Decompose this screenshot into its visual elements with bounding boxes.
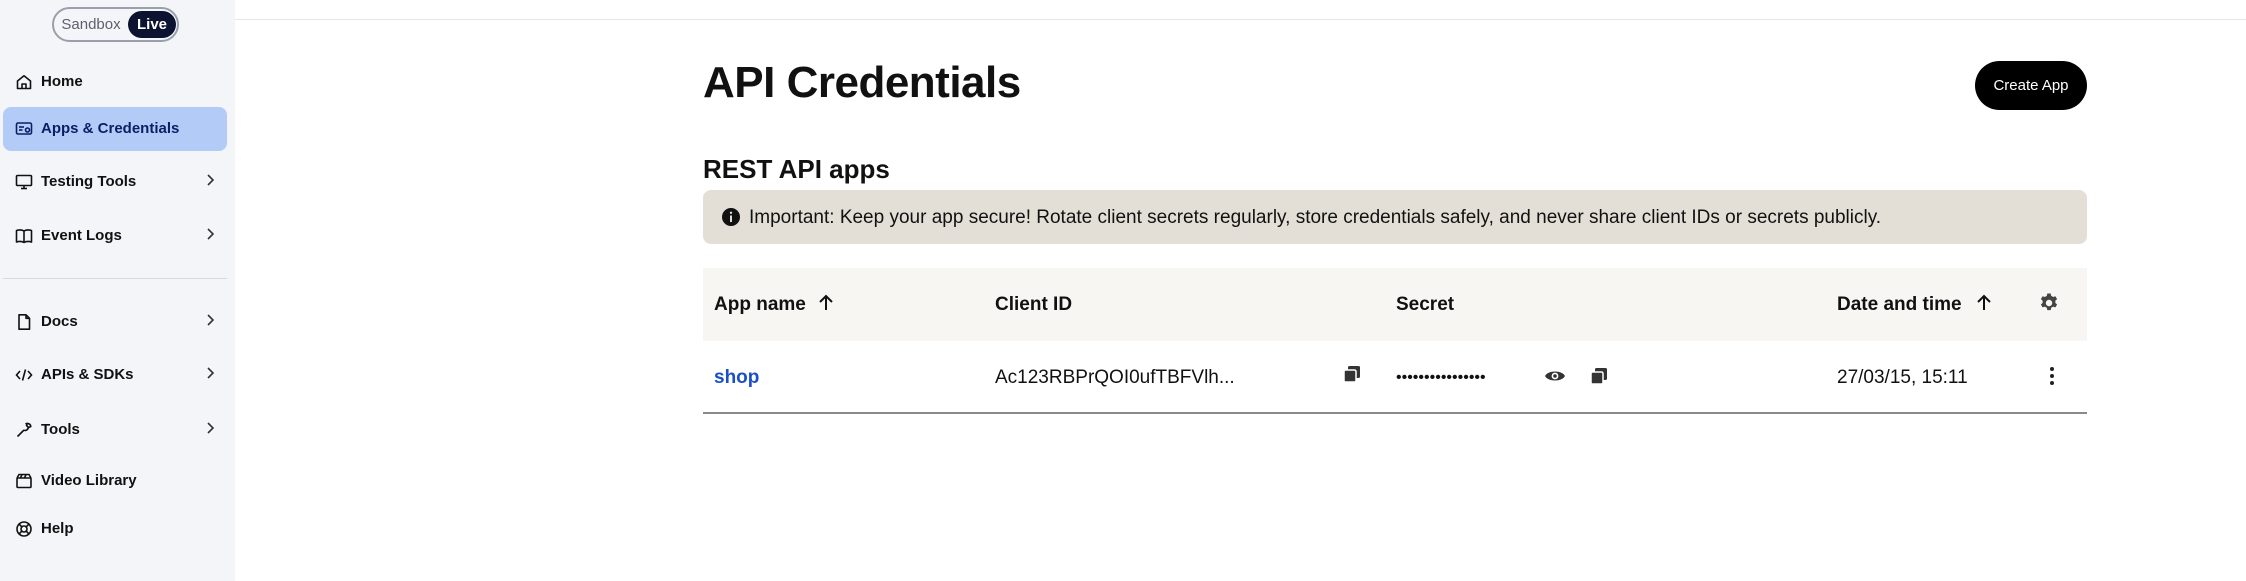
sort-ascending-icon[interactable]: [1973, 292, 1995, 314]
create-app-button[interactable]: Create App: [1975, 61, 2087, 110]
lifebuoy-icon: [15, 520, 33, 538]
copy-icon[interactable]: [1588, 365, 1610, 387]
security-banner: Important: Keep your app secure! Rotate …: [703, 190, 2087, 244]
sidebar-item-event-logs[interactable]: Event Logs: [3, 214, 227, 258]
sidebar-item-tools[interactable]: Tools: [3, 408, 227, 452]
sidebar-item-video-library[interactable]: Video Library: [3, 459, 227, 503]
sidebar-item-label: Home: [41, 73, 83, 90]
section-title: REST API apps: [703, 154, 890, 184]
chevron-right-icon: [203, 421, 217, 435]
home-icon: [15, 73, 33, 91]
book-icon: [15, 227, 33, 245]
sidebar-item-docs[interactable]: Docs: [3, 300, 227, 344]
gear-icon[interactable]: [2038, 292, 2060, 314]
env-option-live[interactable]: Live: [128, 11, 176, 38]
page-title: API Credentials: [703, 58, 1021, 107]
env-option-sandbox[interactable]: Sandbox: [60, 11, 122, 38]
column-header-date-time[interactable]: Date and time: [1837, 294, 1962, 316]
chevron-right-icon: [203, 227, 217, 241]
document-icon: [15, 313, 33, 331]
sidebar-item-label: Apps & Credentials: [41, 120, 180, 137]
sidebar-item-apps-credentials[interactable]: Apps & Credentials: [3, 107, 227, 151]
more-vertical-icon[interactable]: [2041, 365, 2063, 387]
row-divider: [703, 412, 2087, 414]
video-icon: [15, 472, 33, 490]
sidebar-item-label: APIs & SDKs: [41, 366, 134, 383]
banner-text: Important: Keep your app secure! Rotate …: [749, 207, 1882, 228]
info-icon: [721, 207, 741, 227]
sidebar-divider: [3, 278, 227, 279]
app-name-link[interactable]: shop: [714, 367, 759, 389]
sidebar-item-label: Docs: [41, 313, 78, 330]
code-icon: [15, 366, 33, 384]
monitor-icon: [15, 173, 33, 191]
table-row: shop Ac123RBPrQOI0ufTBFVlh... ••••••••••…: [703, 341, 2087, 413]
eye-icon[interactable]: [1544, 365, 1566, 387]
app-root: Sandbox Live Home Apps & Credentials Tes…: [0, 0, 2246, 581]
credentials-icon: [15, 120, 33, 138]
column-header-app-name[interactable]: App name: [714, 294, 806, 316]
date-time-value: 27/03/15, 15:11: [1837, 367, 1968, 388]
sidebar-item-label: Video Library: [41, 472, 137, 489]
sort-ascending-icon[interactable]: [815, 292, 837, 314]
copy-icon[interactable]: [1341, 363, 1363, 385]
chevron-right-icon: [203, 366, 217, 380]
environment-toggle[interactable]: Sandbox Live: [52, 7, 179, 42]
wrench-icon: [15, 421, 33, 439]
chevron-right-icon: [203, 173, 217, 187]
sidebar-item-testing-tools[interactable]: Testing Tools: [3, 160, 227, 204]
chevron-right-icon: [203, 313, 217, 327]
sidebar-item-label: Help: [41, 520, 74, 537]
header-divider: [235, 19, 2246, 20]
sidebar-item-label: Event Logs: [41, 227, 122, 244]
client-id-value: Ac123RBPrQOI0ufTBFVlh...: [995, 367, 1235, 388]
column-header-client-id: Client ID: [995, 294, 1073, 315]
sidebar-item-apis-sdks[interactable]: APIs & SDKs: [3, 353, 227, 397]
sidebar-item-home[interactable]: Home: [3, 60, 227, 104]
table-header: App name Client ID Secret Date and time: [703, 268, 2087, 341]
secret-value: ••••••••••••••••: [1396, 369, 1486, 386]
sidebar: Sandbox Live Home Apps & Credentials Tes…: [0, 0, 235, 581]
sidebar-item-help[interactable]: Help: [3, 507, 227, 551]
sidebar-item-label: Testing Tools: [41, 173, 137, 190]
column-header-secret: Secret: [1396, 294, 1455, 315]
sidebar-item-label: Tools: [41, 421, 80, 438]
